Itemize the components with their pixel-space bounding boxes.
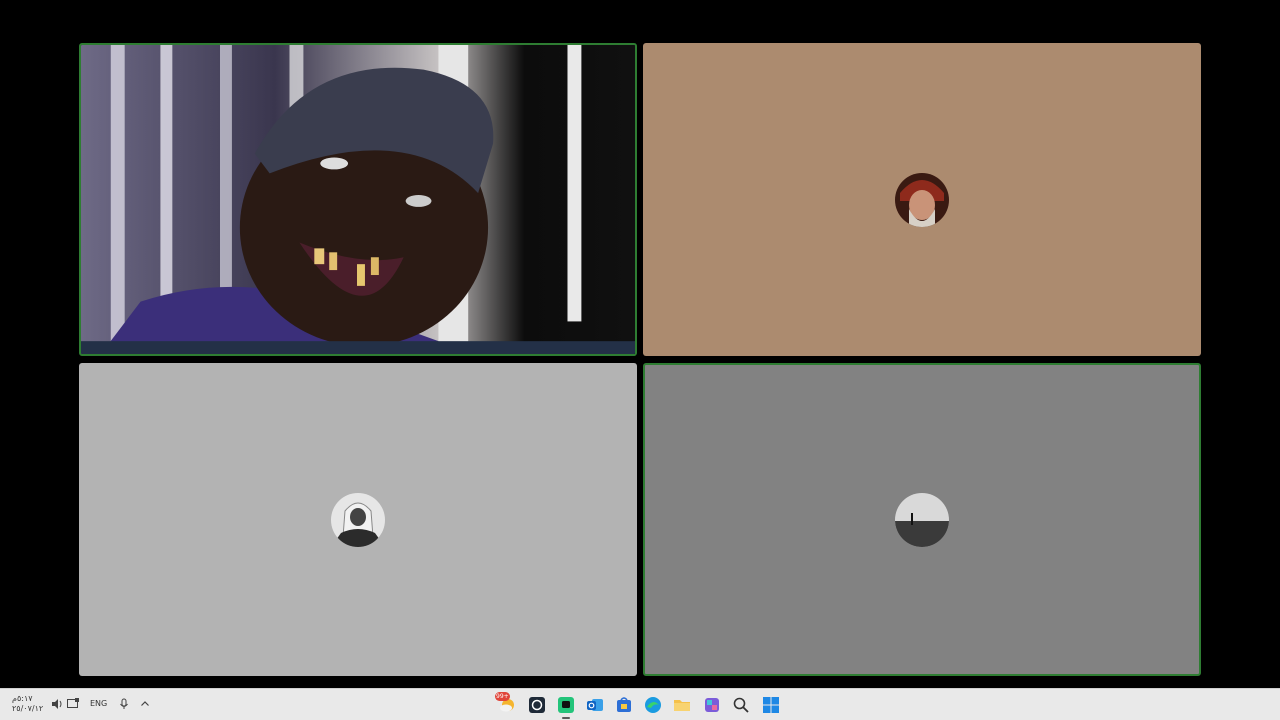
participant-video — [81, 45, 635, 354]
chat-app-icon[interactable] — [555, 694, 577, 719]
taskbar: ٥:١٧م ٢٥/٠٧/١٢ ENG 99+ — [0, 688, 1280, 720]
start-icon[interactable] — [760, 694, 782, 716]
edge-app-icon[interactable] — [642, 694, 664, 716]
outlook-app-icon[interactable] — [584, 694, 606, 716]
microphone-icon[interactable] — [117, 697, 131, 711]
screen-capture-app-icon[interactable] — [526, 694, 548, 716]
screen-icon[interactable] — [66, 697, 80, 711]
participant-tile-1[interactable] — [79, 43, 637, 356]
system-clock[interactable]: ٥:١٧م ٢٥/٠٧/١٢ — [12, 694, 43, 714]
clock-time: ٥:١٧م — [12, 694, 33, 703]
language-indicator[interactable]: ENG — [90, 699, 107, 708]
active-indicator — [562, 717, 570, 719]
copilot-app-icon[interactable] — [701, 694, 723, 716]
participant-tile-3[interactable] — [79, 363, 637, 676]
store-app-icon[interactable] — [613, 694, 635, 716]
participant-tile-4[interactable] — [643, 363, 1201, 676]
chevron-up-icon[interactable] — [138, 697, 152, 711]
volume-icon[interactable] — [50, 697, 64, 711]
participant-avatar — [895, 172, 949, 227]
search-icon[interactable] — [730, 694, 752, 716]
participant-avatar — [331, 492, 385, 547]
participant-tile-2[interactable] — [643, 43, 1201, 356]
file-explorer-app-icon[interactable] — [671, 694, 693, 716]
weather-app-icon[interactable]: 99+ — [495, 692, 518, 716]
notification-badge: 99+ — [495, 692, 510, 701]
clock-date: ٢٥/٠٧/١٢ — [12, 704, 44, 713]
participant-avatar — [895, 492, 949, 547]
